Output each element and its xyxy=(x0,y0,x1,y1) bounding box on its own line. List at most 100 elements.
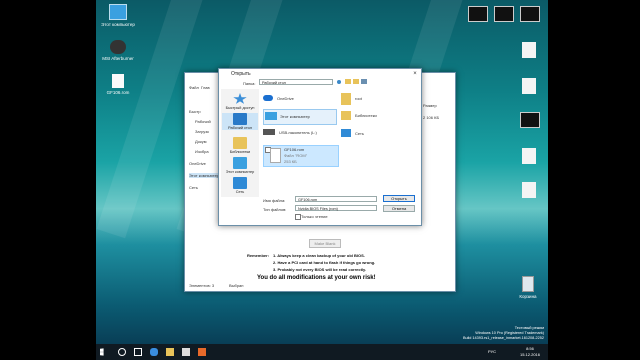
new-folder-icon[interactable] xyxy=(353,79,359,84)
item-onedrive[interactable]: OneDrive xyxy=(263,93,333,105)
make-blank-button[interactable]: Make Blank xyxy=(309,239,341,248)
desktop-icon-recycle-bin[interactable]: Корзина xyxy=(508,276,548,299)
filetype-select[interactable]: Nvidia BIOS Files (rom) xyxy=(295,205,377,211)
task-view-icon[interactable] xyxy=(134,348,142,356)
folder-label: Папка: xyxy=(243,81,256,86)
file-list: OneDrive root Этот компьютер Библиотеки … xyxy=(261,89,417,197)
desktop-icon xyxy=(233,113,247,125)
desktop-icon-afterburner[interactable]: MSI Afterburner xyxy=(98,40,138,61)
computer-icon xyxy=(233,157,247,169)
right-desktop-icon-3[interactable] xyxy=(520,6,540,22)
explorer-status-count: Элементов: 3 xyxy=(189,283,215,288)
afterburner-icon xyxy=(110,40,126,54)
place-label: Сеть xyxy=(235,190,245,194)
taskbar: РУС 8:56 15.12.2016 xyxy=(96,344,548,360)
place-desktop[interactable]: Рабочий стол xyxy=(222,113,258,130)
file-explorer-icon[interactable] xyxy=(166,348,174,356)
dialog-close-button[interactable]: × xyxy=(409,69,421,79)
item-network[interactable]: Сеть xyxy=(341,127,411,141)
libraries-icon xyxy=(233,137,247,149)
desktop-icon-label: MSI Afterburner xyxy=(102,56,134,61)
right-desktop-icon-7[interactable] xyxy=(522,148,536,164)
place-libraries[interactable]: Библиотеки xyxy=(222,137,258,154)
pc-icon xyxy=(265,112,277,120)
usb-drive-icon xyxy=(263,129,275,135)
this-pc-icon xyxy=(109,4,127,20)
place-label: Этот компьютер xyxy=(225,170,255,174)
watermark: Тестовый режим Windows 10 Pro (Registere… xyxy=(463,326,544,341)
item-usb[interactable]: USB-накопитель (L:) xyxy=(263,127,335,139)
explorer-size-value: 2 106 КБ xyxy=(423,115,440,120)
file-type-label: Файл "ROM" xyxy=(284,153,308,158)
place-network[interactable]: Сеть xyxy=(222,177,258,194)
readonly-label: Только чтение xyxy=(301,214,328,219)
open-dialog[interactable]: Открыть × Папка: Рабочий стол Быстрый до… xyxy=(218,68,422,226)
user-folder-icon xyxy=(341,93,351,105)
recycle-bin-icon xyxy=(522,276,534,292)
item-libraries[interactable]: Библиотеки xyxy=(341,109,411,123)
bios-editor-panel: Make Blank Remember: 1. Always keep a cl… xyxy=(241,223,453,281)
dialog-toolbar xyxy=(337,79,373,85)
item-this-pc[interactable]: Этот компьютер xyxy=(263,109,337,125)
desktop: Этот компьютер MSI Afterburner GF106.rom… xyxy=(96,0,548,360)
explorer-nav-this-pc[interactable]: Этот компьютер xyxy=(189,173,219,178)
explorer-nav-onedrive[interactable]: OneDrive xyxy=(189,161,206,166)
desktop-icon-this-pc[interactable]: Этот компьютер xyxy=(98,4,138,27)
item-user[interactable]: root xyxy=(341,93,411,107)
explorer-nav-network[interactable]: Сеть xyxy=(189,185,198,190)
place-quick-access[interactable]: Быстрый доступ xyxy=(222,93,258,110)
explorer-status-selected: Выбран xyxy=(229,283,244,288)
start-icon[interactable] xyxy=(100,348,104,356)
folder-combobox[interactable]: Рабочий стол xyxy=(259,79,333,85)
explorer-tab-file[interactable]: Файл xyxy=(189,85,199,90)
up-folder-icon[interactable] xyxy=(345,79,351,84)
explorer-nav-quick[interactable]: Быстр xyxy=(189,109,201,114)
item-label: OneDrive xyxy=(277,96,294,101)
explorer-nav-downloads[interactable]: Загрузк xyxy=(195,129,209,134)
place-label: Библиотеки xyxy=(229,150,251,154)
item-label: root xyxy=(355,96,362,101)
places-bar: Быстрый доступ Рабочий стол Библиотеки Э… xyxy=(221,89,259,197)
place-label: Быстрый доступ xyxy=(225,106,255,110)
item-label: USB-накопитель (L:) xyxy=(279,130,317,135)
file-size-label: 253 КБ xyxy=(284,159,297,164)
search-icon[interactable] xyxy=(118,348,126,356)
explorer-nav-desktop[interactable]: Рабочий xyxy=(195,119,211,124)
item-rom-file[interactable]: GF106.rom Файл "ROM" 253 КБ xyxy=(263,145,339,167)
bios-app-icon[interactable] xyxy=(198,348,206,356)
right-desktop-icon-2[interactable] xyxy=(494,6,514,22)
right-desktop-icon-1[interactable] xyxy=(468,6,488,22)
desktop-icon-label: Этот компьютер xyxy=(101,22,135,27)
item-label: Этот компьютер xyxy=(280,114,310,119)
edge-icon[interactable] xyxy=(150,348,158,356)
right-desktop-icon-4[interactable] xyxy=(522,42,536,58)
place-label: Рабочий стол xyxy=(228,126,252,130)
right-desktop-icon-5[interactable] xyxy=(522,78,536,94)
explorer-nav-pictures[interactable]: Изобра xyxy=(195,149,209,154)
risk-warning: You do all modifications at your own ris… xyxy=(257,275,376,281)
back-icon[interactable] xyxy=(337,80,341,84)
desktop-icon-rom[interactable]: GF106.rom xyxy=(98,74,138,95)
store-icon[interactable] xyxy=(182,348,190,356)
explorer-size-column: Размер xyxy=(423,103,437,108)
explorer-nav-documents[interactable]: Докум xyxy=(195,139,206,144)
place-this-pc[interactable]: Этот компьютер xyxy=(222,157,258,174)
watermark-line-3: Build 14393.rs1_release_inmarket.161208-… xyxy=(462,335,544,340)
right-desktop-icon-8[interactable] xyxy=(522,182,536,198)
remember-label: Remember: xyxy=(247,253,270,258)
explorer-tab-home[interactable]: Глав xyxy=(201,85,210,90)
tray-lang[interactable]: РУС xyxy=(488,349,496,354)
rom-document-icon xyxy=(270,148,281,163)
star-icon xyxy=(233,93,247,104)
open-button[interactable]: Открыть xyxy=(383,195,415,202)
clock[interactable]: 8:56 15.12.2016 xyxy=(520,346,540,357)
cloud-icon xyxy=(263,95,273,101)
cancel-button[interactable]: Отмена xyxy=(383,205,415,212)
item-label: Библиотеки xyxy=(355,113,377,118)
clock-date: 15.12.2016 xyxy=(519,351,540,357)
filename-input[interactable]: GF106.rom xyxy=(295,196,377,202)
filetype-label: Тип файлов: xyxy=(263,207,287,212)
view-menu-icon[interactable] xyxy=(361,79,367,84)
right-desktop-icon-6[interactable] xyxy=(520,112,540,128)
tip-1: 1. Always keep a clean backup of your ol… xyxy=(273,253,365,258)
